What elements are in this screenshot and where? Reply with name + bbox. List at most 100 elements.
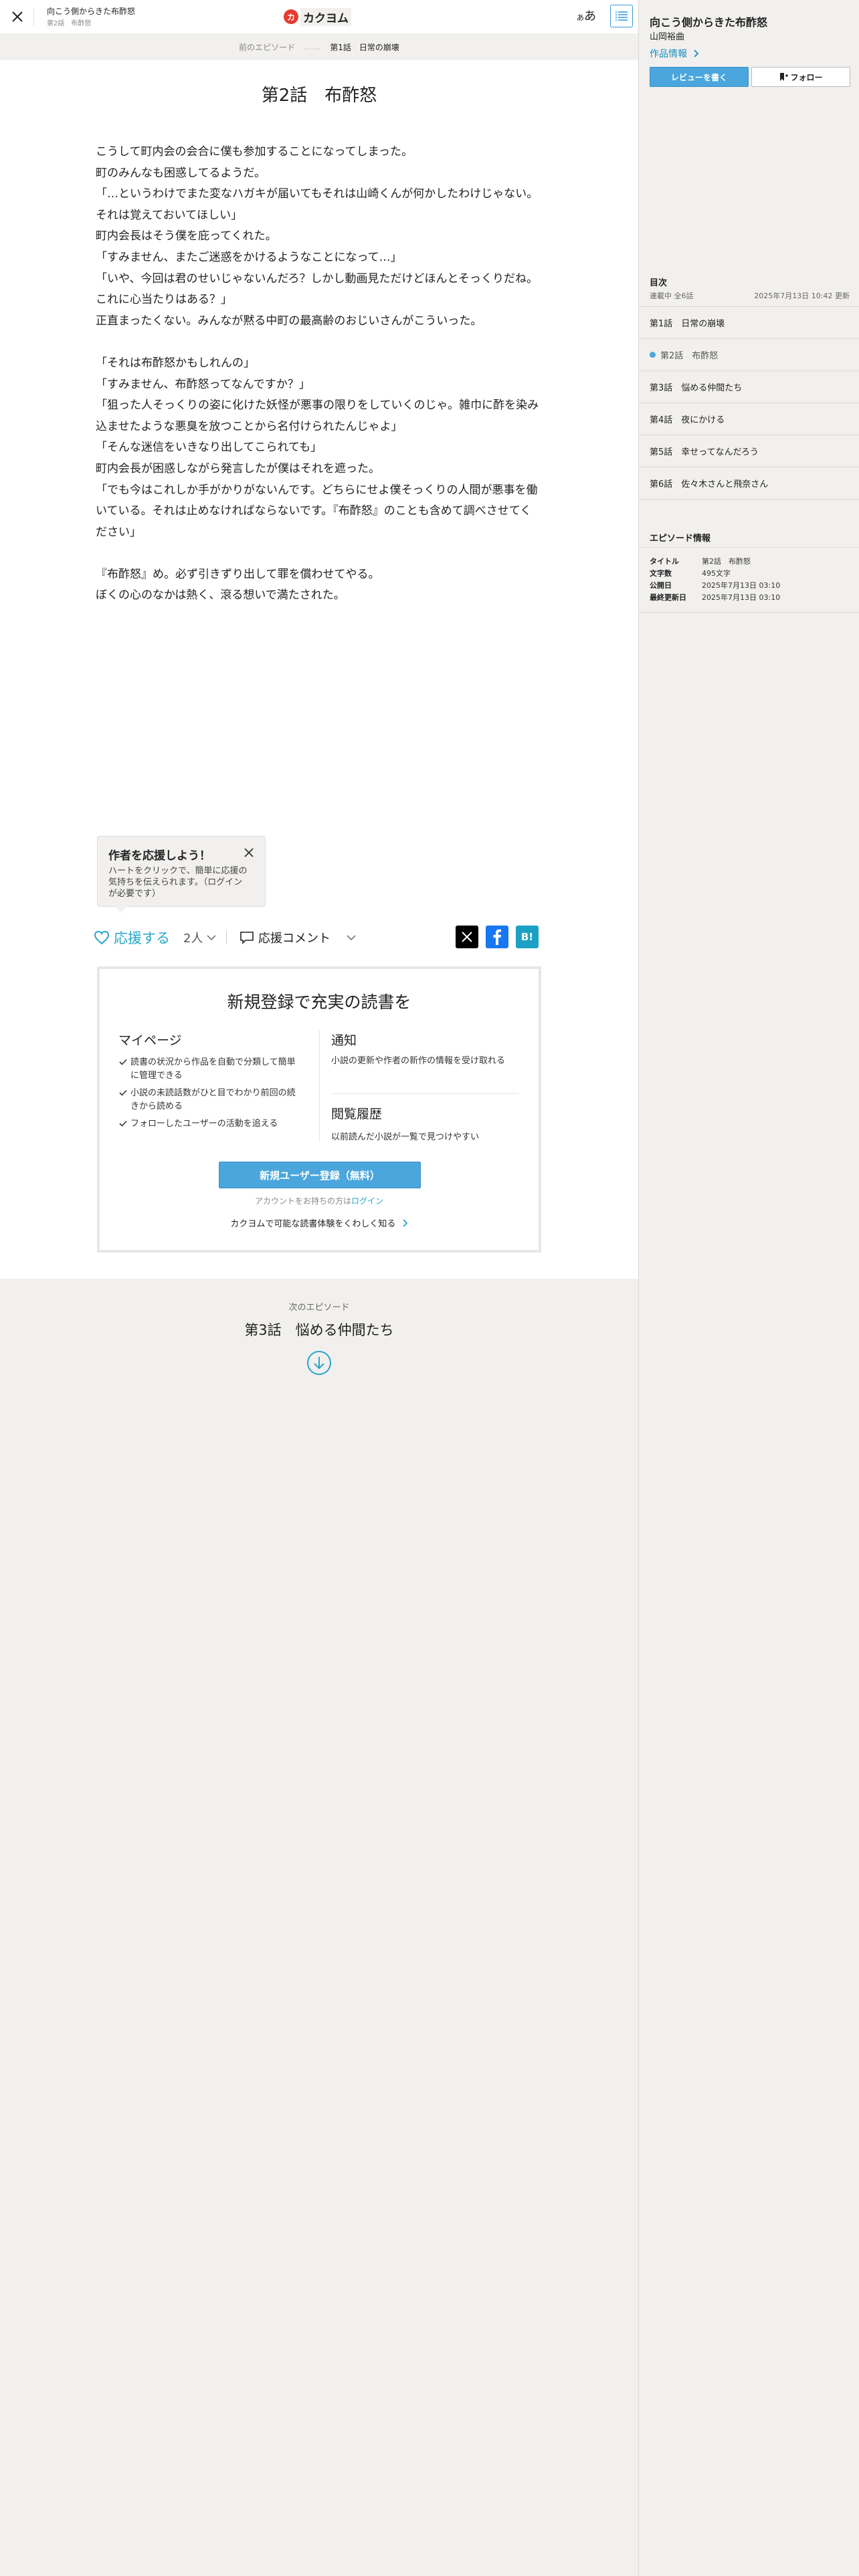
- mypage-feature: 小説の未読話数がひと目でわかり前回の続きから読める: [118, 1087, 299, 1113]
- register-button[interactable]: 新規ユーザー登録（無料）: [219, 1162, 421, 1188]
- toc-episode-label: 第6話 佐々木さんと飛奈さん: [650, 479, 769, 490]
- support-count-dropdown[interactable]: 2人: [183, 926, 217, 950]
- toc-heading: 目次: [650, 278, 668, 288]
- write-review-button[interactable]: レビューを書く: [650, 67, 749, 87]
- body-paragraph: こうして町内会の会合に僕も参加することになってしまった。: [96, 145, 413, 158]
- login-link[interactable]: ログイン: [351, 1196, 383, 1206]
- signup-promo-box: 新規登録で充実の読書を マイページ 読書の状況から作品を自動で分類して簡単に管理…: [97, 966, 541, 1253]
- body-paragraph: 「それは布酢怒かもしれんの」: [96, 356, 255, 370]
- chevron-right-icon: [402, 1219, 407, 1227]
- body-paragraph: 町のみんなも困惑してるようだ。: [96, 166, 266, 180]
- chevron-down-icon: [347, 935, 356, 941]
- bookmark-plus-icon: [780, 73, 789, 81]
- share-facebook-button[interactable]: [486, 926, 508, 948]
- info-value: 第2話 布酢怒: [702, 557, 751, 566]
- font-small-glyph: あ: [577, 13, 584, 22]
- mypage-feature-text: 小説の未読話数がひと目でわかり前回の続きから読める: [130, 1088, 296, 1111]
- share-x-button[interactable]: [456, 926, 478, 948]
- toc-episode-item[interactable]: 第1話 日常の崩壊: [639, 306, 859, 338]
- body-paragraph: 「いや、今回は君のせいじゃないんだろ？しかし動画見ただけどほんとそっくりだね。こ…: [96, 272, 538, 307]
- header-work-title[interactable]: 向こう側からきた布酢怒: [47, 5, 135, 17]
- divider: [331, 1093, 518, 1094]
- toc-episode-label: 第5話 幸せってなんだろう: [650, 447, 759, 457]
- toc-button[interactable]: [610, 5, 633, 27]
- body-paragraph: 『布酢怒』め。必ず引きずり出して罪を償わせてやる。: [96, 567, 380, 581]
- work-info-link[interactable]: 作品情報: [650, 47, 699, 60]
- follow-button[interactable]: フォロー: [751, 67, 850, 87]
- more-info-link[interactable]: カクヨムで可能な読書体験をくわしく知る: [100, 1216, 539, 1229]
- body-paragraph: 「…というわけでまた変なハガキが届いてもそれは山崎くんが何かしたわけじゃない。そ…: [96, 187, 539, 222]
- check-icon: [119, 1120, 127, 1127]
- info-value: 2025年7月13日 03:10: [702, 581, 781, 590]
- kakuyomu-logo[interactable]: カ カクヨム: [284, 7, 351, 26]
- sidebar-work-title[interactable]: 向こう側からきた布酢怒: [650, 13, 767, 29]
- toc-episode-item[interactable]: 第4話 夜にかける: [639, 403, 859, 435]
- support-comment-button[interactable]: 応援コメント: [240, 926, 361, 950]
- episode-info-table: タイトル 第2話 布酢怒 文字数 495文字 公開日 2025年7月13日 03:10 最終…: [639, 547, 859, 613]
- heart-icon: [94, 930, 110, 945]
- close-icon[interactable]: [242, 846, 256, 859]
- support-button[interactable]: 応援する: [94, 926, 170, 950]
- check-icon: [119, 1089, 127, 1096]
- font-settings-button[interactable]: ああ: [577, 7, 596, 24]
- prev-episode-label[interactable]: 前のエピソード: [239, 41, 295, 53]
- arrow-down-circle-icon[interactable]: [306, 1350, 332, 1376]
- mypage-feature: フォローしたユーザーの活動を追える: [118, 1117, 299, 1131]
- notify-text: 小説の更新や作者の新作の情報を受け取れる: [331, 1056, 506, 1066]
- tooltip-title: 作者を応援しよう！: [108, 849, 211, 863]
- toc-episode-item[interactable]: 第2話 布酢怒: [639, 338, 859, 370]
- body-paragraph: 「すみません、またご迷惑をかけるようなことになって…」: [96, 250, 402, 264]
- episode-info-row: 文字数 495文字: [650, 568, 848, 580]
- episode-info-heading: エピソード情報: [650, 534, 711, 544]
- check-icon: [119, 1059, 127, 1065]
- close-icon[interactable]: [9, 9, 25, 25]
- body-paragraph: 町内会長が困惑しながら発言したが僕はそれを遮った。: [96, 461, 380, 475]
- info-key: タイトル: [650, 557, 679, 566]
- support-tooltip: 作者を応援しよう！ ハートをクリックで、簡単に応援の気持ちを伝えられます。（ログ…: [97, 836, 266, 913]
- body-paragraph: [96, 543, 543, 564]
- nav-dots: ……: [303, 42, 322, 51]
- x-logo-icon: [462, 932, 472, 942]
- action-row: 応援する 2人 応援コメント B!: [94, 926, 542, 950]
- divider: [639, 499, 859, 500]
- notify-heading: 通知: [331, 1033, 357, 1048]
- episode-title: 第2話 布酢怒: [261, 86, 377, 106]
- mypage-feature-text: 読書の状況から作品を自動で分類して簡単に管理できる: [130, 1057, 296, 1081]
- reader-main: 向こう側からきた布酢怒 第2話 布酢怒 カ カクヨム ああ 前のエピソード ………: [0, 0, 638, 1375]
- body-paragraph: 町内会長はそう僕を庇ってくれた。: [96, 229, 277, 243]
- episode-body: こうして町内会の会合に僕も参加することになってしまった。 町のみんなも困惑してるよ…: [96, 142, 543, 607]
- login-prompt: アカウントをお持ちの方はログイン: [100, 1195, 539, 1206]
- episode-info-row: タイトル 第2話 布酢怒: [650, 556, 848, 568]
- toc-episode-item[interactable]: 第6話 佐々木さんと飛奈さん: [639, 467, 859, 499]
- body-paragraph: [96, 332, 543, 353]
- info-key: 最終更新日: [650, 593, 686, 602]
- next-episode-link[interactable]: 第3話 悩める仲間たち: [0, 1319, 638, 1339]
- facebook-icon: [493, 929, 501, 945]
- header-episode-title: 第2話 布酢怒: [47, 20, 92, 27]
- logo-text: カクヨム: [300, 7, 351, 26]
- toc-episode-item[interactable]: 第5話 幸せってなんだろう: [639, 435, 859, 467]
- sidebar-author[interactable]: 山岡裕曲: [650, 29, 684, 42]
- toc-episode-label: 第3話 悩める仲間たち: [650, 383, 743, 393]
- login-prefix: アカウントをお持ちの方は: [254, 1196, 351, 1206]
- comment-icon: [240, 932, 254, 944]
- share-hatena-button[interactable]: B!: [516, 926, 539, 948]
- info-key: 文字数: [650, 569, 672, 578]
- comment-label: 応援コメント: [258, 932, 330, 946]
- prev-episode-link[interactable]: 第1話 日常の崩壊: [330, 41, 399, 53]
- divider: [33, 8, 34, 25]
- divider: [319, 1031, 320, 1142]
- toc-episode-item[interactable]: 第3話 悩める仲間たち: [639, 370, 859, 403]
- toc-episode-label: 第4話 夜にかける: [650, 415, 725, 425]
- logo-mark: カ: [284, 9, 298, 24]
- info-value: 2025年7月13日 03:10: [702, 593, 781, 602]
- mypage-feature: 読書の状況から作品を自動で分類して簡単に管理できる: [118, 1056, 299, 1083]
- follow-label: フォロー: [790, 72, 823, 82]
- top-bar: 向こう側からきた布酢怒 第2話 布酢怒 カ カクヨム ああ: [0, 0, 638, 34]
- chevron-down-icon: [207, 935, 217, 941]
- toc-episode-label: 第1話 日常の崩壊: [650, 319, 725, 329]
- body-paragraph: 「でも今はこれしか手がかりがないんです。どちらにせよ僕そっくりの人間が悪事を働い…: [96, 483, 538, 539]
- support-count: 2人: [183, 932, 203, 946]
- work-info-label: 作品情報: [650, 49, 687, 60]
- mypage-feature-text: フォローしたユーザーの活動を追える: [130, 1119, 278, 1129]
